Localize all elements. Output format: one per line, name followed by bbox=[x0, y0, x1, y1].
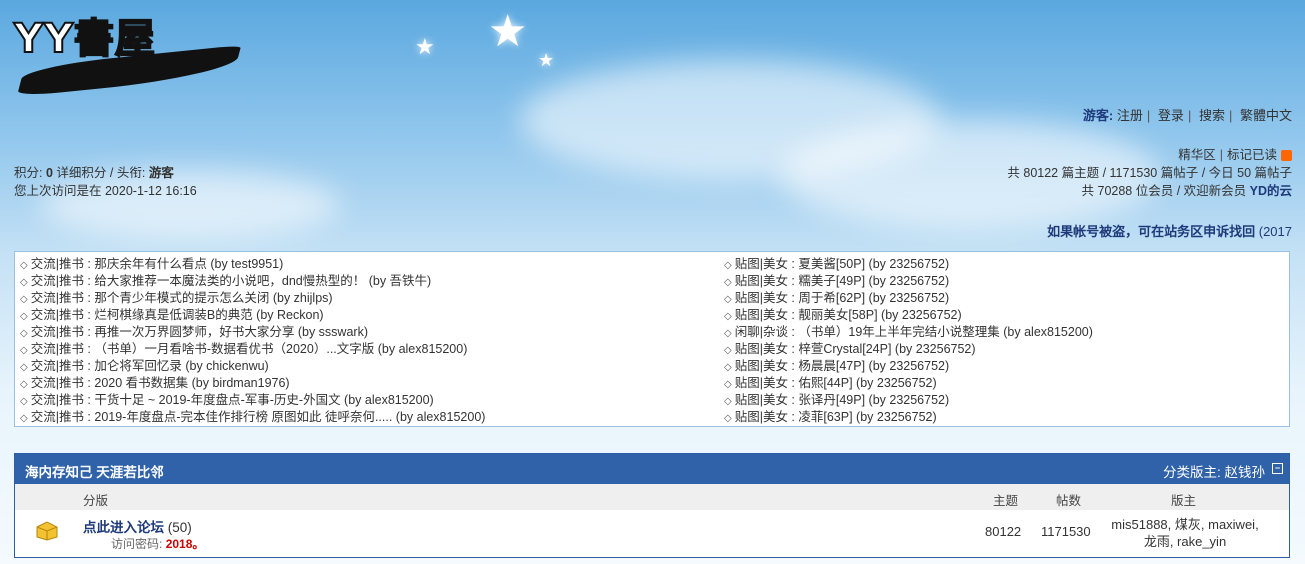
logo-text: YY書屋 bbox=[13, 15, 156, 63]
traditional-chinese-link[interactable]: 繁體中文 bbox=[1240, 108, 1292, 123]
thread-item[interactable]: ◇ 贴图|美女 : 杨晨晨[47P] (by 23256752) bbox=[724, 358, 1093, 375]
thread-item[interactable]: ◇ 交流|推书 : 给大家推荐一本魔法类的小说吧，dnd慢热型的！ (by 吾铁牛… bbox=[20, 273, 485, 290]
thread-item[interactable]: ◇ 交流|推书 : 那庆余年有什么看点 (by test9951) bbox=[20, 256, 485, 273]
announcement: 如果帐号被盗，可在站务区申诉找回 (2017 bbox=[1047, 221, 1292, 240]
thread-item[interactable]: ◇ 交流|推书 : 那个青少年模式的提示怎么关闭 (by zhijlps) bbox=[20, 290, 485, 307]
star-icon: ★ bbox=[415, 34, 435, 59]
posts-count: 1171530 bbox=[1041, 524, 1091, 539]
login-link[interactable]: 登录 bbox=[1158, 108, 1184, 123]
stats-line-1: 共 80122 篇主题 / 1171530 篇帖子 / 今日 50 篇帖子 bbox=[1007, 166, 1292, 180]
thread-item[interactable]: ◇ 交流|推书 : 2019-年度盘点-完本佳作排行榜 原图如此 徒呼奈何....… bbox=[20, 409, 485, 426]
title-value: 游客 bbox=[148, 166, 174, 180]
user-info: 积分: 0 详细积分 / 头衔: 游客 您上次访问是在 2020-1-12 16… bbox=[14, 164, 197, 200]
thread-item[interactable]: ◇ 贴图|美女 : 佑熙[44P] (by 23256752) bbox=[724, 375, 1093, 392]
detail-points-link[interactable]: 详细积分 bbox=[56, 166, 106, 180]
mark-read-link[interactable]: 标记已读 bbox=[1227, 148, 1277, 162]
board-title: 点此进入论坛 (50) bbox=[83, 516, 192, 536]
stats-line-2: 共 70288 位会员 / 欢迎新会员 bbox=[1081, 184, 1247, 198]
thread-item[interactable]: ◇ 贴图|美女 : 靓丽美女[58P] (by 23256752) bbox=[724, 307, 1093, 324]
diamond-icon: ◇ bbox=[20, 362, 28, 373]
diamond-icon: ◇ bbox=[20, 396, 28, 407]
last-visit: 您上次访问是在 2020-1-12 16:16 bbox=[14, 184, 197, 198]
col-posts: 帖数 bbox=[1056, 494, 1082, 508]
diamond-icon: ◇ bbox=[20, 413, 28, 424]
diamond-icon: ◇ bbox=[724, 294, 732, 305]
diamond-icon: ◇ bbox=[724, 345, 732, 356]
diamond-icon: ◇ bbox=[724, 328, 732, 339]
moderators-line-2[interactable]: 龙雨, rake_yin bbox=[1095, 533, 1275, 550]
col-topics: 主题 bbox=[993, 494, 1019, 508]
star-icon: ★ bbox=[538, 50, 555, 70]
moderators-line-1[interactable]: mis51888, 煤灰, maxiwei, bbox=[1095, 516, 1275, 533]
diamond-icon: ◇ bbox=[20, 379, 28, 390]
thread-item[interactable]: ◇ 贴图|美女 : 周于希[62P] (by 23256752) bbox=[724, 290, 1093, 307]
diamond-icon: ◇ bbox=[20, 345, 28, 356]
thread-item[interactable]: ◇ 贴图|美女 : 张译丹[49P] (by 23256752) bbox=[724, 392, 1093, 409]
points-value: 0 bbox=[45, 166, 53, 180]
thread-item[interactable]: ◇ 贴图|美女 : 糯美子[49P] (by 23256752) bbox=[724, 273, 1093, 290]
forum-category: 海内存知己 天涯若比邻 分类版主: 赵钱孙 − 分版 主题 帖数 版主 点此进入… bbox=[14, 453, 1290, 558]
guest-label: 游客: bbox=[1082, 108, 1114, 123]
site-logo[interactable]: YY書屋 bbox=[13, 6, 244, 97]
announcement-date: (2017 bbox=[1258, 224, 1292, 239]
diamond-icon: ◇ bbox=[724, 362, 732, 373]
category-moderator[interactable]: 分类版主: 赵钱孙 bbox=[1163, 461, 1265, 481]
diamond-icon: ◇ bbox=[724, 413, 732, 424]
category-title[interactable]: 海内存知己 天涯若比邻 bbox=[25, 461, 164, 481]
thread-item[interactable]: ◇ 贴图|美女 : 梓萱Crystal[24P] (by 23256752) bbox=[724, 341, 1093, 358]
diamond-icon: ◇ bbox=[724, 260, 732, 271]
col-mods: 版主 bbox=[1171, 494, 1197, 508]
password-value: 2018。 bbox=[165, 537, 205, 551]
thread-item[interactable]: ◇ 贴图|美女 : 夏美酱[50P] (by 23256752) bbox=[724, 256, 1093, 273]
thread-item[interactable]: ◇ 贴图|美女 : 凌菲[63P] (by 23256752) bbox=[724, 409, 1093, 426]
points-label: 积分: bbox=[14, 166, 43, 180]
star-icon: ★ bbox=[488, 7, 528, 56]
diamond-icon: ◇ bbox=[20, 328, 28, 339]
board-moderators: mis51888, 煤灰, maxiwei, 龙雨, rake_yin bbox=[1095, 516, 1275, 550]
diamond-icon: ◇ bbox=[20, 277, 28, 288]
thread-item[interactable]: ◇ 交流|推书 : 2020 看书数据集 (by birdman1976) bbox=[20, 375, 485, 392]
threads-column-right: ◇ 贴图|美女 : 夏美酱[50P] (by 23256752) ◇ 贴图|美女 :… bbox=[724, 256, 1093, 426]
announcement-link[interactable]: 如果帐号被盗，可在站务区申诉找回 bbox=[1047, 224, 1255, 239]
search-link[interactable]: 搜索 bbox=[1199, 108, 1225, 123]
diamond-icon: ◇ bbox=[20, 294, 28, 305]
board-today-count: (50) bbox=[167, 520, 192, 535]
collapse-icon[interactable]: − bbox=[1272, 463, 1283, 474]
thread-item[interactable]: ◇ 闲聊|杂谈 : （书单）19年上半年完结小说整理集 (by alex81520… bbox=[724, 324, 1093, 341]
diamond-icon: ◇ bbox=[724, 277, 732, 288]
table-row: 点此进入论坛 (50) 访问密码: 2018。 80122 1171530 mi… bbox=[15, 510, 1289, 557]
thread-item[interactable]: ◇ 交流|推书 : （书单）一月看啥书-数据看优书（2020）...文字版 (by… bbox=[20, 341, 485, 358]
digest-link[interactable]: 精华区 bbox=[1178, 148, 1216, 162]
topics-count: 80122 bbox=[985, 524, 1022, 539]
thread-item[interactable]: ◇ 交流|推书 : 烂柯棋缘真是低调装B的典范 (by Reckon) bbox=[20, 307, 485, 324]
latest-threads-box: ◇ 交流|推书 : 那庆余年有什么看点 (by test9951) ◇ 交流|推书 … bbox=[14, 251, 1290, 427]
board-link[interactable]: 点此进入论坛 bbox=[83, 520, 164, 535]
diamond-icon: ◇ bbox=[724, 311, 732, 322]
col-board: 分版 bbox=[83, 494, 109, 508]
thread-item[interactable]: ◇ 交流|推书 : 加仑将军回忆录 (by chickenwu) bbox=[20, 358, 485, 375]
rss-icon[interactable] bbox=[1281, 150, 1292, 162]
thread-item[interactable]: ◇ 交流|推书 : 干货十足 ~ 2019-年度盘点-军事-历史-外国文 (by … bbox=[20, 392, 485, 409]
newest-member-link[interactable]: YD的云 bbox=[1250, 184, 1292, 198]
guest-nav: 游客: 注册 | 登录 | 搜索 | 繁體中文 bbox=[1082, 108, 1292, 123]
table-header: 分版 主题 帖数 版主 bbox=[15, 484, 1289, 510]
diamond-icon: ◇ bbox=[724, 396, 732, 407]
category-header: 海内存知己 天涯若比邻 分类版主: 赵钱孙 − bbox=[15, 454, 1289, 484]
register-link[interactable]: 注册 bbox=[1117, 108, 1143, 123]
folder-icon bbox=[36, 521, 58, 541]
forum-stats: 精华区 | 标记已读 共 80122 篇主题 / 1171530 篇帖子 / 今日 … bbox=[1007, 148, 1292, 198]
diamond-icon: ◇ bbox=[20, 311, 28, 322]
threads-column-left: ◇ 交流|推书 : 那庆余年有什么看点 (by test9951) ◇ 交流|推书 … bbox=[20, 256, 485, 426]
diamond-icon: ◇ bbox=[724, 379, 732, 390]
title-label: / 头衔: bbox=[109, 166, 146, 180]
thread-item[interactable]: ◇ 交流|推书 : 再推一次万界圆梦师，好书大家分享 (by ssswark) bbox=[20, 324, 485, 341]
access-password: 访问密码: 2018。 bbox=[111, 537, 205, 551]
diamond-icon: ◇ bbox=[20, 260, 28, 271]
